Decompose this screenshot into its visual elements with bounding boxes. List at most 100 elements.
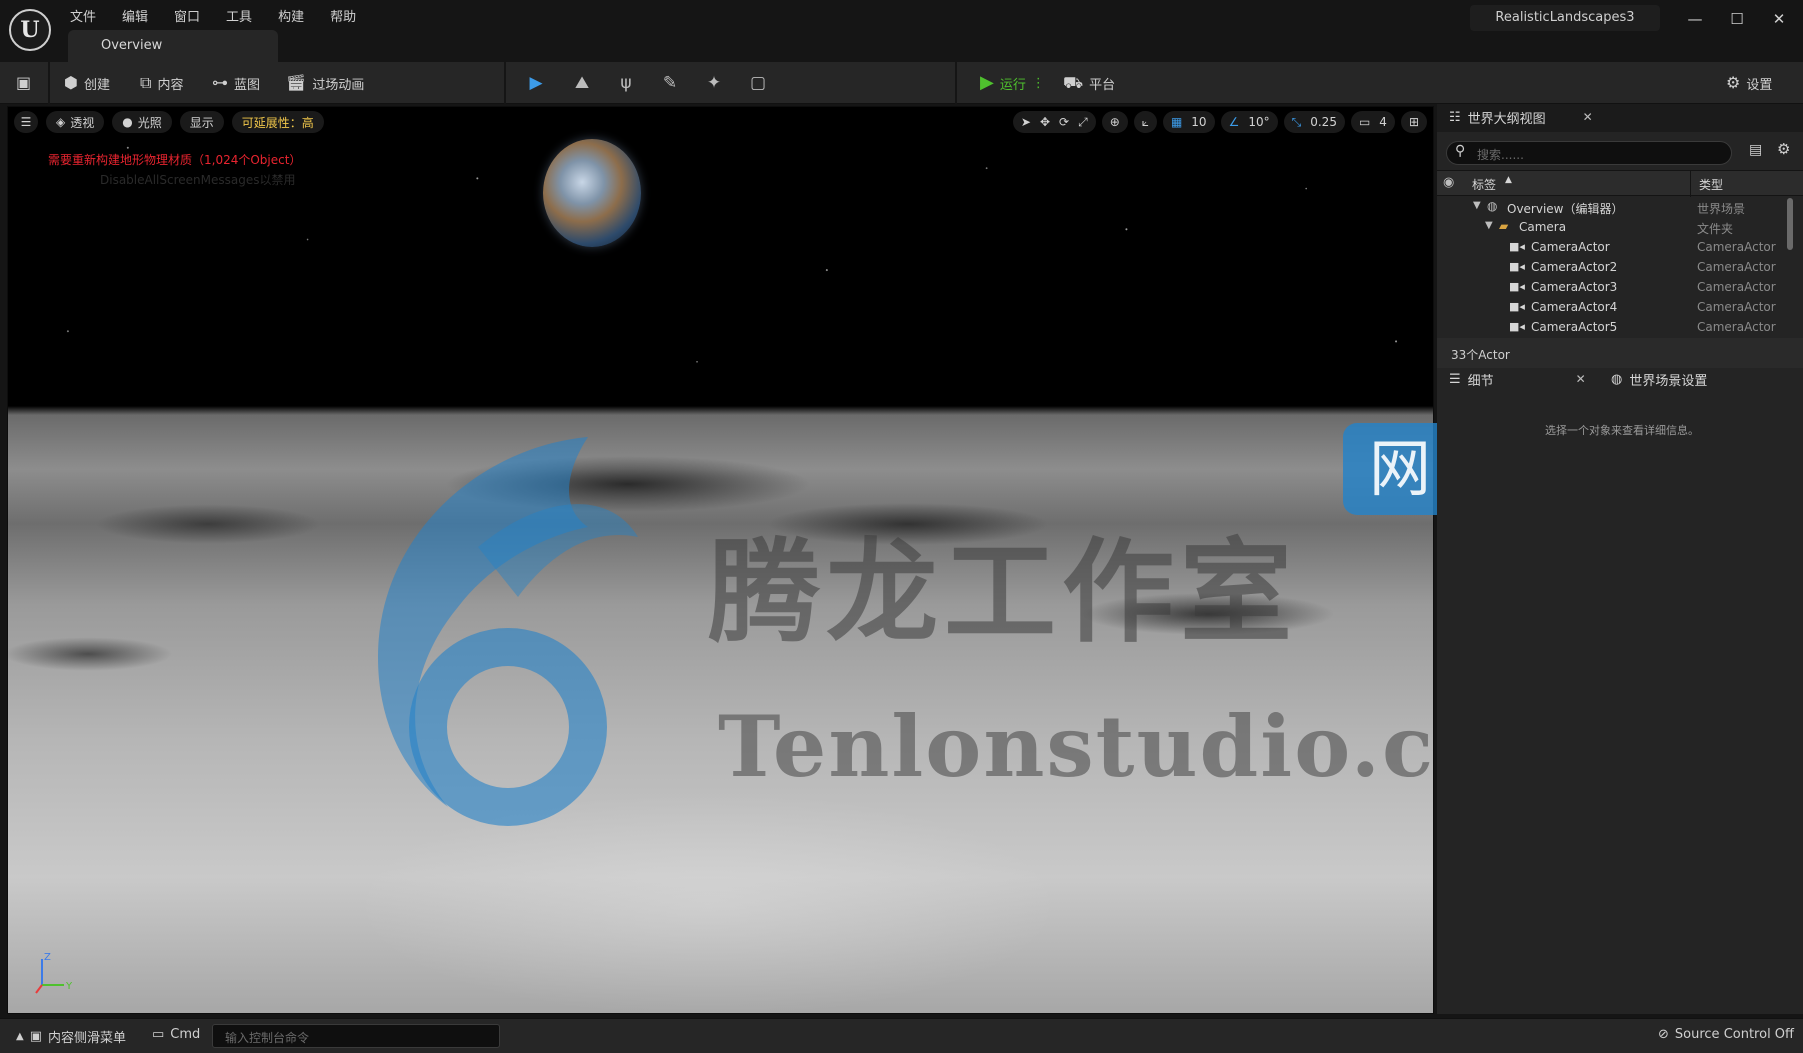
menu-build[interactable]: 构建 — [278, 6, 304, 25]
row-name: CameraActor2 — [1531, 260, 1618, 274]
rotation-snap-button[interactable]: ∠ 10° — [1220, 111, 1278, 133]
tree-row-camera-actor[interactable]: ■◂ CameraActor2 CameraActor — [1437, 258, 1787, 278]
surface-snap-button[interactable]: ⟀ — [1133, 111, 1157, 133]
platforms-button[interactable]: ⛟ 平台 — [1063, 71, 1115, 95]
surface-snap-icon: ⟀ — [1141, 114, 1149, 129]
content-button[interactable]: ⧉ 内容 — [140, 71, 183, 95]
lit-button[interactable]: ● 光照 — [112, 111, 172, 133]
viewport-toolbar-right: ➤ ✥ ⟳ ⤢ ⊕ ⟀ ▦ 10 ∠ 10° ⤡ 0.25 ▭ 4 ⊞ — [1012, 111, 1427, 133]
layout-icon: ⊞ — [1408, 115, 1419, 129]
menu-bar: 文件 编辑 窗口 工具 构建 帮助 — [70, 6, 356, 25]
cinematics-button[interactable]: 🎬︎ 过场动画 — [286, 71, 364, 95]
disabled-icon: ⊘ — [1658, 1027, 1669, 1042]
menu-window[interactable]: 窗口 — [174, 6, 200, 25]
toolbar-divider — [955, 62, 957, 104]
play-icon: ▶ — [980, 72, 994, 93]
translate-icon[interactable]: ✥ — [1040, 115, 1050, 129]
menu-tools[interactable]: 工具 — [226, 6, 252, 25]
tab-world-outliner[interactable]: ☷ 世界大纲视图 ✕ — [1449, 104, 1593, 130]
save-button[interactable]: ▣ — [16, 71, 31, 95]
toolbar-divider — [48, 62, 50, 104]
outliner-settings-icon[interactable]: ⚙ — [1777, 140, 1790, 158]
select-arrow-icon[interactable]: ➤ — [1021, 115, 1031, 129]
chevron-down-icon[interactable]: ▼ — [1485, 220, 1493, 231]
cmd-button[interactable]: ▭ Cmd — [152, 1027, 200, 1042]
tab-details[interactable]: ☰ 细节 ✕ — [1449, 366, 1599, 392]
console-command-input[interactable]: 输入控制台命令 — [212, 1024, 500, 1048]
show-button[interactable]: 显示 — [179, 111, 224, 133]
settings-button[interactable]: ⚙ 设置 — [1726, 71, 1772, 95]
row-name: CameraActor5 — [1531, 320, 1618, 334]
row-type: CameraActor — [1697, 260, 1776, 274]
terminal-icon: ▭ — [152, 1027, 165, 1042]
camera-speed-value: 4 — [1379, 115, 1387, 129]
globe-icon: ⊕ — [1109, 115, 1120, 129]
column-type[interactable]: 类型 — [1699, 176, 1723, 193]
tree-row-camera-actor[interactable]: ■◂ CameraActor5 CameraActor — [1437, 318, 1787, 338]
blueprint-icon: ⊶ — [212, 73, 228, 92]
menu-file[interactable]: 文件 — [70, 6, 96, 25]
menu-edit[interactable]: 编辑 — [122, 6, 148, 25]
grid-icon: ▦ — [1170, 115, 1183, 129]
close-window-button[interactable]: ✕ — [1764, 8, 1794, 30]
scale-snap-button[interactable]: ⤡ 0.25 — [1283, 111, 1345, 133]
lunar-terrain — [8, 424, 1433, 1013]
axis-y-label: Y — [65, 981, 73, 992]
add-folder-icon[interactable]: ▤ — [1749, 142, 1762, 158]
camera-actor-icon: ■◂ — [1509, 280, 1525, 293]
tree-row-camera-folder[interactable]: ▼ ▰ Camera 文件夹 — [1437, 218, 1787, 238]
tree-row-overview[interactable]: ▼ ◍ Overview（编辑器） 世界场景 — [1437, 198, 1787, 218]
select-mode-icon[interactable]: ▶ — [524, 71, 548, 95]
content-icon: ⧉ — [140, 73, 152, 92]
camera-actor-icon: ■◂ — [1509, 300, 1525, 313]
landscape-mode-icon[interactable]: ⛰ — [570, 71, 594, 95]
rotate-icon[interactable]: ⟳ — [1059, 115, 1069, 129]
modeling-mode-icon[interactable]: ▢ — [746, 71, 770, 95]
tab-world-settings[interactable]: ◍ 世界场景设置 — [1611, 366, 1707, 392]
level-tab-overview[interactable]: Overview — [68, 30, 278, 62]
minimize-button[interactable]: — — [1680, 8, 1710, 30]
foliage-mode-icon[interactable]: ψ — [614, 71, 638, 95]
maximize-button[interactable]: ☐ — [1722, 8, 1752, 30]
tree-row-camera-actor[interactable]: ■◂ CameraActor4 CameraActor — [1437, 298, 1787, 318]
tree-row-camera-actor[interactable]: ■◂ CameraActor3 CameraActor — [1437, 278, 1787, 298]
mesh-paint-mode-icon[interactable]: ✎ — [658, 71, 682, 95]
close-icon[interactable]: ✕ — [1576, 372, 1586, 386]
grid-snap-button[interactable]: ▦ 10 — [1162, 111, 1215, 133]
menu-help[interactable]: 帮助 — [330, 6, 356, 25]
create-button[interactable]: ⬢ 创建 — [64, 71, 110, 95]
blueprint-button[interactable]: ⊶ 蓝图 — [212, 71, 260, 95]
coordinate-space-button[interactable]: ⊕ — [1101, 111, 1128, 133]
play-button[interactable]: ▶ 运行 ⋮ — [980, 71, 1045, 95]
play-label: 运行 — [999, 77, 1026, 93]
outliner-scrollbar[interactable] — [1787, 198, 1793, 250]
viewport-layout-button[interactable]: ⊞ — [1400, 111, 1427, 133]
outliner-search-input[interactable]: 搜索...... — [1446, 141, 1732, 165]
show-label: 显示 — [189, 115, 214, 130]
content-drawer-button[interactable]: ▲ ▣ 内容侧滑菜单 — [16, 1027, 126, 1046]
camera-actor-icon: ■◂ — [1509, 260, 1525, 273]
level-viewport[interactable]: 腾龙工作室 Tenlonstudio.com ☰ ◈ 透视 ● 光照 显示 可延… — [7, 106, 1434, 1014]
world-settings-tab-label: 世界场景设置 — [1629, 373, 1708, 389]
close-icon[interactable]: ✕ — [1583, 110, 1593, 124]
viewport-menu-button[interactable]: ☰ — [14, 111, 38, 133]
row-type: 世界场景 — [1697, 202, 1746, 216]
perspective-button[interactable]: ◈ 透视 — [46, 111, 105, 133]
row-name: CameraActor — [1531, 240, 1610, 254]
row-type: 文件夹 — [1697, 222, 1734, 236]
main-toolbar: ▣ ⬢ 创建 ⧉ 内容 ⊶ 蓝图 🎬︎ 过场动画 ▶ ⛰ ψ ✎ ✦ ▢ ▶ 运… — [0, 62, 1803, 104]
row-name: Camera — [1519, 220, 1567, 234]
tree-row-camera-actor[interactable]: ■◂ CameraActor CameraActor — [1437, 238, 1787, 258]
scale-icon[interactable]: ⤢ — [1078, 115, 1088, 130]
source-control-button[interactable]: ⊘ Source Control Off — [1658, 1027, 1794, 1042]
column-label[interactable]: 标签 — [1472, 176, 1496, 193]
camera-speed-button[interactable]: ▭ 4 — [1350, 111, 1395, 133]
outliner-column-header: ◉ 标签 ▲ 类型 — [1437, 170, 1803, 197]
unreal-logo-icon[interactable]: U — [9, 9, 51, 51]
play-options-icon[interactable]: ⋮ — [1032, 76, 1045, 91]
fracture-mode-icon[interactable]: ✦ — [702, 71, 726, 95]
row-type: CameraActor — [1697, 320, 1776, 334]
eye-icon[interactable]: ◉ — [1443, 175, 1454, 190]
chevron-down-icon[interactable]: ▼ — [1473, 200, 1481, 211]
scalability-button[interactable]: 可延展性：高 — [231, 111, 324, 133]
